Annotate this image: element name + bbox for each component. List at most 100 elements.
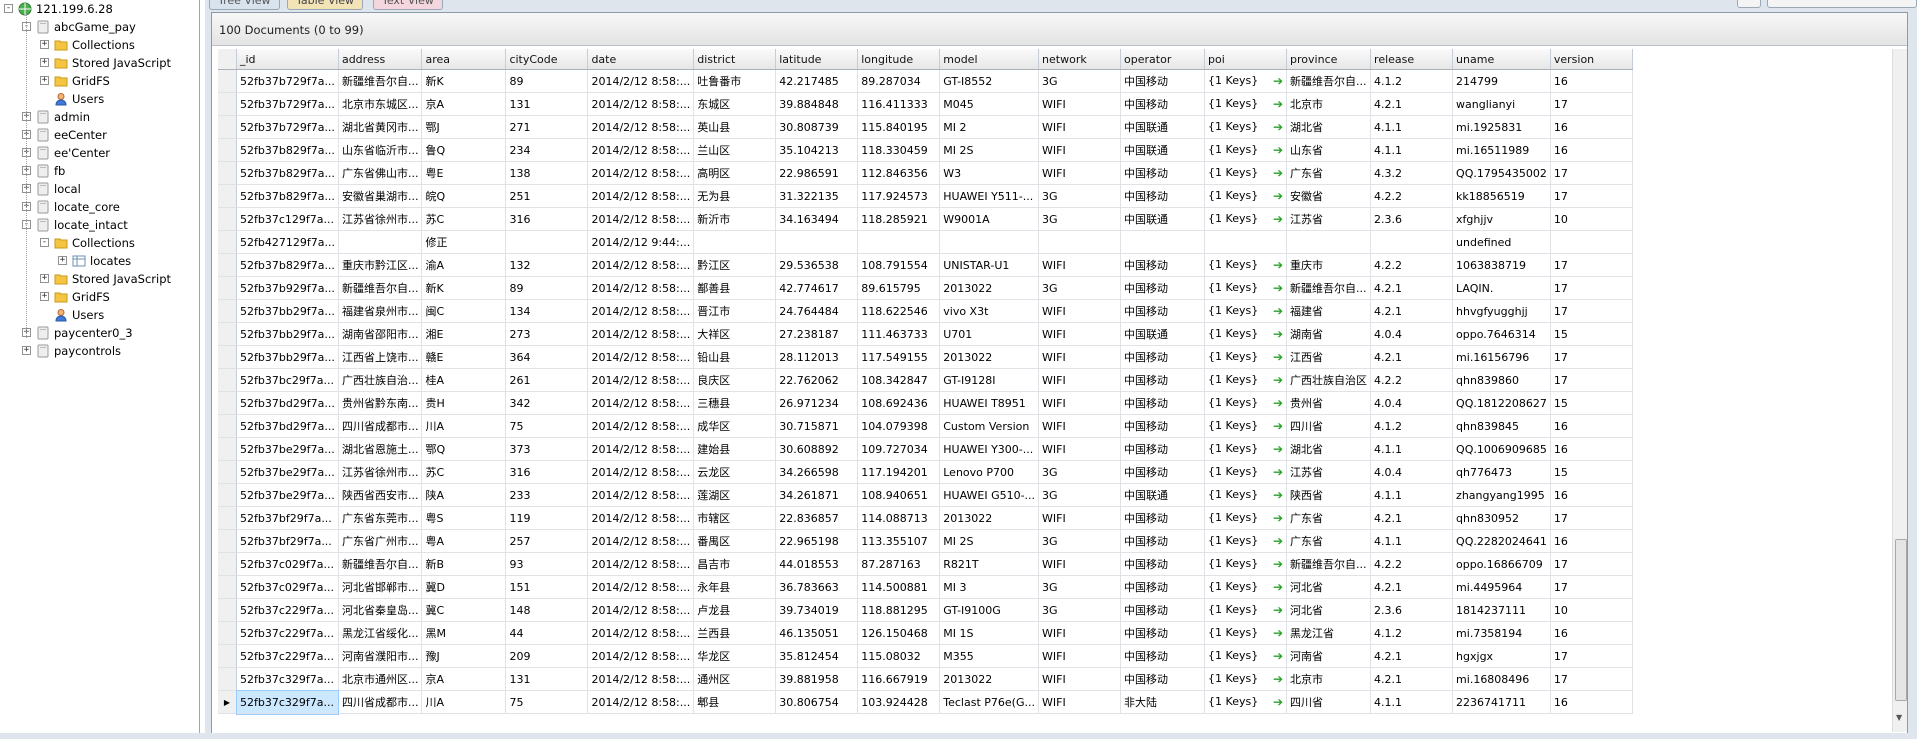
cell-model[interactable]: MI 2S	[939, 529, 1040, 553]
cell-network[interactable]: 3G	[1038, 575, 1122, 599]
expand-arrow-icon[interactable]: ➔	[1273, 695, 1283, 709]
cell-release[interactable]: 4.1.2	[1370, 414, 1454, 438]
cell-uname[interactable]: LAQIN.	[1452, 276, 1551, 300]
cell-district[interactable]: 兰山区	[693, 138, 777, 162]
column-header-area[interactable]: area	[421, 49, 507, 70]
cell-district[interactable]: 成华区	[693, 414, 777, 438]
cell-release[interactable]: 4.2.1	[1370, 276, 1454, 300]
cell-longitude[interactable]: 103.924428	[857, 690, 941, 714]
cell-longitude[interactable]: 118.881295	[857, 598, 941, 622]
cell-cityCode[interactable]: 209	[505, 644, 589, 668]
cell-model[interactable]: R821T	[939, 552, 1040, 576]
column-header-id[interactable]: _id	[236, 49, 339, 70]
cell-poi[interactable]: {1 Keys} ➔	[1204, 322, 1288, 346]
cell-date[interactable]: 2014/2/12 8:58:...	[587, 667, 695, 691]
cell-district[interactable]: 晋江市	[693, 299, 777, 323]
column-header-network[interactable]: network	[1038, 49, 1122, 70]
cell-province[interactable]: 新疆维吾尔自...	[1286, 69, 1372, 93]
cell-model[interactable]	[939, 230, 1040, 254]
cell-id[interactable]: 52fb37b729f7a...	[236, 69, 339, 93]
cell-district[interactable]: 吐鲁番市	[693, 69, 777, 93]
cell-operator[interactable]: 中国联通	[1120, 207, 1206, 231]
cell-district[interactable]: 新沂市	[693, 207, 777, 231]
cell-operator[interactable]: 中国移动	[1120, 667, 1206, 691]
cell-cityCode[interactable]: 271	[505, 115, 589, 139]
cell-date[interactable]: 2014/2/12 8:58:...	[587, 460, 695, 484]
cell-poi[interactable]: {1 Keys} ➔	[1204, 69, 1288, 93]
cell-province[interactable]: 湖北省	[1286, 115, 1372, 139]
cell-network[interactable]: WIFI	[1038, 253, 1122, 277]
cell-model[interactable]: Lenovo P700	[939, 460, 1040, 484]
cell-longitude[interactable]: 87.287163	[857, 552, 941, 576]
cell-model[interactable]: W9001A	[939, 207, 1040, 231]
cell-cityCode[interactable]: 261	[505, 368, 589, 392]
cell-cityCode[interactable]: 273	[505, 322, 589, 346]
cell-date[interactable]: 2014/2/12 8:58:...	[587, 598, 695, 622]
row-selector[interactable]: ▶	[218, 690, 237, 714]
cell-operator[interactable]: 中国移动	[1120, 253, 1206, 277]
cell-cityCode[interactable]: 148	[505, 598, 589, 622]
cell-poi[interactable]: {1 Keys} ➔	[1204, 414, 1288, 438]
cell-longitude[interactable]	[857, 230, 941, 254]
cell-longitude[interactable]: 89.615795	[857, 276, 941, 300]
cell-longitude[interactable]: 114.500881	[857, 575, 941, 599]
table-row[interactable]: 52fb37b729f7a... 湖北省黄冈市... 鄂J 271 2014/2/12 …	[218, 115, 1633, 139]
cell-version[interactable]: 16	[1550, 437, 1633, 461]
row-selector[interactable]	[218, 368, 237, 392]
cell-date[interactable]: 2014/2/12 8:58:...	[587, 69, 695, 93]
cell-longitude[interactable]: 118.330459	[857, 138, 941, 162]
cell-address[interactable]: 四川省成都市...	[338, 414, 423, 438]
cell-address[interactable]: 江西省上饶市...	[338, 345, 423, 369]
cell-cityCode[interactable]: 257	[505, 529, 589, 553]
cell-latitude[interactable]: 34.163494	[775, 207, 859, 231]
cell-latitude[interactable]: 46.135051	[775, 621, 859, 645]
row-selector[interactable]	[218, 437, 237, 461]
cell-district[interactable]: 华龙区	[693, 644, 777, 668]
cell-model[interactable]: 2013022	[939, 667, 1040, 691]
cell-address[interactable]: 山东省临沂市...	[338, 138, 423, 162]
cell-cityCode[interactable]: 89	[505, 69, 589, 93]
cell-district[interactable]: 高明区	[693, 161, 777, 185]
cell-poi[interactable]: {1 Keys} ➔	[1204, 207, 1288, 231]
cell-network[interactable]: WIFI	[1038, 667, 1122, 691]
cell-id[interactable]: 52fb37bd29f7a...	[236, 414, 339, 438]
cell-date[interactable]: 2014/2/12 8:58:...	[587, 184, 695, 208]
table-row[interactable]: 52fb37c229f7a... 黑龙江省绥化... 黑M 44 2014/2/12 8…	[218, 621, 1633, 645]
expand-arrow-icon[interactable]: ➔	[1273, 258, 1283, 272]
cell-network[interactable]: 3G	[1038, 69, 1122, 93]
cell-poi[interactable]: {1 Keys} ➔	[1204, 92, 1288, 116]
row-selector[interactable]	[218, 207, 237, 231]
row-selector[interactable]	[218, 414, 237, 438]
cell-cityCode[interactable]: 342	[505, 391, 589, 415]
cell-date[interactable]: 2014/2/12 8:58:...	[587, 92, 695, 116]
table-row[interactable]: 52fb37b829f7a... 山东省临沂市... 鲁Q 234 2014/2/12 …	[218, 138, 1633, 162]
cell-id[interactable]: 52fb37bf29f7a...	[236, 529, 339, 553]
collapse-icon[interactable]: -	[40, 238, 49, 247]
tab-tree-view[interactable]: Tree View	[209, 0, 280, 10]
cell-id[interactable]: 52fb427129f7a...	[236, 230, 339, 254]
cell-cityCode[interactable]: 131	[505, 92, 589, 116]
table-row[interactable]: 52fb37c029f7a... 河北省邯郸市... 冀D 151 2014/2/12 …	[218, 575, 1633, 599]
cell-version[interactable]: 17	[1550, 276, 1633, 300]
cell-uname[interactable]: mi.16808496	[1452, 667, 1551, 691]
cell-longitude[interactable]: 118.622546	[857, 299, 941, 323]
cell-version[interactable]: 17	[1550, 253, 1633, 277]
cell-latitude[interactable]: 34.266598	[775, 460, 859, 484]
cell-id[interactable]: 52fb37bc29f7a...	[236, 368, 339, 392]
cell-cityCode[interactable]: 119	[505, 506, 589, 530]
expand-icon[interactable]: +	[40, 76, 49, 85]
cell-date[interactable]: 2014/2/12 9:44:...	[587, 230, 695, 254]
expand-arrow-icon[interactable]: ➔	[1273, 649, 1283, 663]
cell-network[interactable]: WIFI	[1038, 644, 1122, 668]
cell-id[interactable]: 52fb37b829f7a...	[236, 184, 339, 208]
cell-model[interactable]: U701	[939, 322, 1040, 346]
cell-date[interactable]: 2014/2/12 8:58:...	[587, 644, 695, 668]
cell-uname[interactable]: QQ.1812208627	[1452, 391, 1551, 415]
cell-operator[interactable]: 非大陆	[1120, 690, 1206, 714]
table-row[interactable]: 52fb37b929f7a... 新疆维吾尔自... 新K 89 2014/2/12 8…	[218, 276, 1633, 300]
cell-district[interactable]: 英山县	[693, 115, 777, 139]
cell-latitude[interactable]: 36.783663	[775, 575, 859, 599]
expand-arrow-icon[interactable]: ➔	[1273, 304, 1283, 318]
expand-arrow-icon[interactable]: ➔	[1273, 672, 1283, 686]
cell-operator[interactable]: 中国移动	[1120, 529, 1206, 553]
